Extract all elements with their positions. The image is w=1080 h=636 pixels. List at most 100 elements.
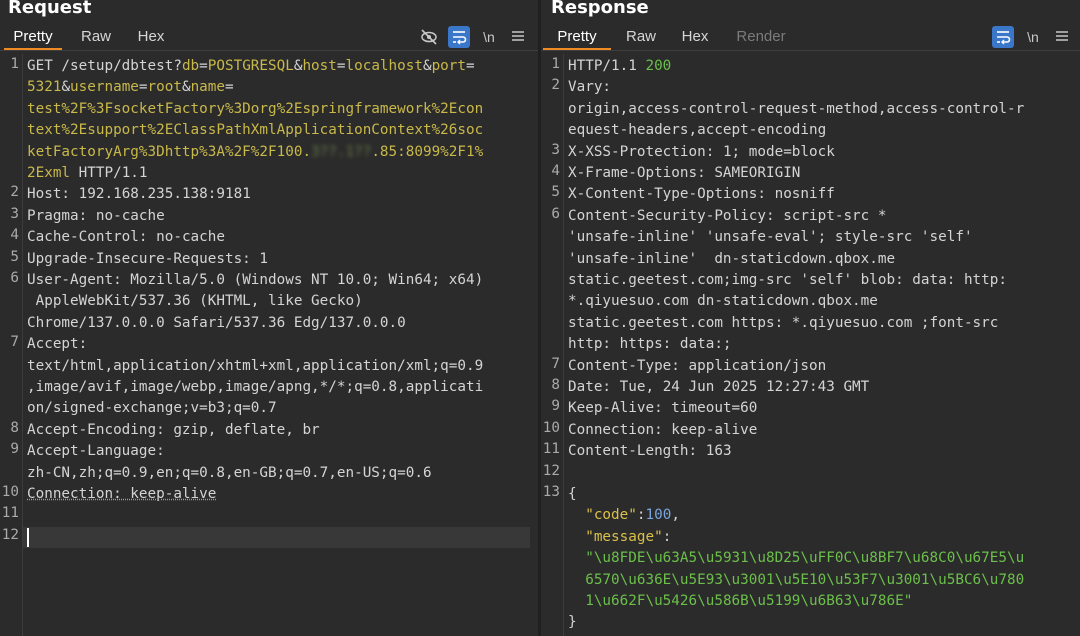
response-tab-hex[interactable]: Hex <box>673 24 717 50</box>
response-code-token: HTTP/1.1 <box>568 58 646 74</box>
request-line-number: 8 <box>10 419 19 436</box>
hide-nonprintable-icon[interactable] <box>418 26 440 48</box>
response-code-token: Vary: <box>568 79 612 96</box>
response-code-line: Keep-Alive: timeout=60 <box>568 398 757 419</box>
response-code-line: X-Content-Type-Options: nosniff <box>568 184 835 205</box>
request-code-token: Accept-Language: <box>27 443 165 460</box>
response-code-token: 163 <box>705 443 732 460</box>
request-code-token: = <box>138 79 148 96</box>
response-code-token: Date: <box>568 379 620 395</box>
response-code-token: Content-Security-Policy: <box>568 207 784 224</box>
request-code-token: User-Agent: <box>27 272 131 288</box>
response-code-line: } <box>568 612 577 633</box>
response-code-token: keep-alive <box>671 421 758 438</box>
request-line-number: 1 <box>10 56 19 72</box>
request-line-gutter: 1 2 3 4 5 6 7 8 9 10 11 12 <box>0 54 23 636</box>
current-line-highlight <box>23 526 530 548</box>
request-tab-hex[interactable]: Hex <box>128 24 174 50</box>
response-code-token: 100 <box>645 507 672 524</box>
request-code-token: Pragma: <box>27 207 96 224</box>
request-code-token: HTTP/1.1 <box>70 165 148 181</box>
response-code-line: Content-Length: 163 <box>568 441 732 462</box>
response-code-token: "\u8FDE\u63A5\u5931\u8D25\uFF0C\u8BF7\u6… <box>585 550 1025 567</box>
request-code-token: no-cache <box>156 229 225 246</box>
request-code-token: Host: <box>27 186 79 203</box>
menu-icon[interactable] <box>1051 26 1073 48</box>
request-tab-pretty[interactable]: Pretty <box>4 24 62 50</box>
request-code-token: root <box>147 79 182 96</box>
request-code-line: Upgrade-Insecure-Requests: 1 <box>27 249 268 270</box>
request-code-token: AppleWebKit/537.36 (KHTML, like Gecko) <box>27 293 363 310</box>
response-line-gutter: 1 2 3 4 5 6 7 8 9 10 11 12 13 <box>541 54 564 636</box>
request-code-token: text%2Esupport%2EClassPathXmlApplication… <box>27 122 484 139</box>
response-code-token: application/json <box>688 357 827 374</box>
response-code-line: 1\u662F\u5426\u586B\u5199\u6B63\u786E" <box>568 591 912 612</box>
response-code-token: , <box>671 507 680 524</box>
response-code-line: "\u8FDE\u63A5\u5931\u8D25\uFF0C\u8BF7\u6… <box>568 548 1024 569</box>
response-code-line: http: https: data:; <box>568 334 732 355</box>
response-code-token: 200 <box>645 58 672 74</box>
request-tab-raw[interactable]: Raw <box>72 24 120 50</box>
word-wrap-icon[interactable] <box>448 26 470 48</box>
response-code-token <box>568 593 585 609</box>
request-code-token: localhost <box>345 58 423 74</box>
response-code-token: origin,access-control-request-method,acc… <box>568 100 1025 117</box>
request-code-line: text%2Esupport%2EClassPathXmlApplication… <box>27 120 483 141</box>
menu-icon[interactable] <box>507 26 529 48</box>
response-code-token <box>568 529 585 545</box>
request-code-line: Connection: keep-alive <box>27 484 216 505</box>
request-code-line: Host: 192.168.235.138:9181 <box>27 184 251 205</box>
request-code-token: 5321 <box>27 79 62 96</box>
request-code-line: ,image/avif,image/webp,image/apng,*/*;q=… <box>27 377 483 398</box>
request-code-line: GET /setup/dbtest?db=POSTGRESQL&host=loc… <box>27 56 475 77</box>
newline-toggle-icon[interactable]: \n <box>478 26 500 48</box>
request-code-token: username <box>70 79 139 96</box>
request-code-token: host <box>302 58 337 74</box>
request-code-token: 3??.1?? <box>311 143 372 160</box>
request-code-line: test%2F%3FsocketFactory%3Dorg%2Espringfr… <box>27 99 483 120</box>
request-line-number: 3 <box>10 205 19 222</box>
response-line-number: 3 <box>551 141 560 158</box>
request-code-token: test%2F%3FsocketFactory%3Dorg%2Espringfr… <box>27 100 484 117</box>
newline-toggle-icon[interactable]: \n <box>1022 26 1044 48</box>
request-code-token: Accept-Encoding: <box>27 421 174 438</box>
request-code-token: db <box>181 58 200 74</box>
request-code-token: = <box>199 58 208 74</box>
request-code-token: text/html,application/xhtml+xml,applicat… <box>27 357 484 374</box>
request-code-token: Upgrade-Insecure-Requests: <box>27 250 260 267</box>
response-code-line: X-Frame-Options: SAMEORIGIN <box>568 163 800 184</box>
request-code-line: 2Exml HTTP/1.1 <box>27 163 148 184</box>
response-code-line: Vary: <box>568 77 611 98</box>
request-title: Request <box>8 0 92 18</box>
response-code-token: Tue, 24 Jun 2025 12:27:43 GMT <box>619 379 870 395</box>
request-editor[interactable]: 1 2 3 4 5 6 7 8 9 10 11 12 GET /setup/dbtest?db=POS… <box>0 54 538 636</box>
request-code-token: GET /setup/dbtest? <box>27 58 182 74</box>
request-line-number: 11 <box>1 505 19 522</box>
request-code-line: User-Agent: Mozilla/5.0 (Windows NT 10.0… <box>27 270 483 291</box>
request-line-number: 6 <box>10 270 19 286</box>
response-editor[interactable]: 1 2 3 4 5 6 7 8 9 10 11 12 13 HTTP/1.1 200 Vary: origi… <box>541 54 1080 636</box>
response-code-line: static.geetest.com https: *.qiyuesuo.com… <box>568 313 998 334</box>
response-code-token: 6570\u636E\u5E93\u3001\u5E10\u53F7\u3001… <box>585 571 1025 588</box>
response-tab-raw[interactable]: Raw <box>617 24 665 50</box>
response-code-token: Connection: <box>568 421 672 438</box>
response-line-number: 11 <box>542 441 560 458</box>
request-code-line: on/signed-exchange;v=b3;q=0.7 <box>27 398 277 419</box>
response-code-token: X-Frame-Options: <box>568 165 715 181</box>
response-tab-pretty[interactable]: Pretty <box>543 24 611 50</box>
response-line-number: 8 <box>551 377 560 393</box>
response-line-number: 10 <box>542 419 560 436</box>
request-code-line: AppleWebKit/537.36 (KHTML, like Gecko) <box>27 291 363 312</box>
response-code-token: 'unsafe-inline' dn-staticdown.qbox.me <box>568 250 896 267</box>
request-code-token: on/signed-exchange;v=b3;q=0.7 <box>27 400 277 417</box>
response-code-line: 'unsafe-inline' 'unsafe-eval'; style-src… <box>568 227 973 248</box>
response-code-token: 1\u662F\u5426\u586B\u5199\u6B63\u786E" <box>585 593 913 609</box>
word-wrap-icon[interactable] <box>992 26 1014 48</box>
response-code-token: timeout=60 <box>671 400 758 417</box>
request-code-line: ketFactoryArg%3Dhttp%3A%2F%2F100.3??.1??… <box>27 142 483 163</box>
request-pane: Request Pretty Raw Hex \n 1 2 3 4 5 6 7 8 9 10 11 1… <box>0 0 538 636</box>
response-code-token: Content-Type: <box>568 357 689 374</box>
response-line-number: 2 <box>551 77 560 94</box>
request-line-number: 12 <box>1 526 19 543</box>
request-code-line: text/html,application/xhtml+xml,applicat… <box>27 356 483 377</box>
